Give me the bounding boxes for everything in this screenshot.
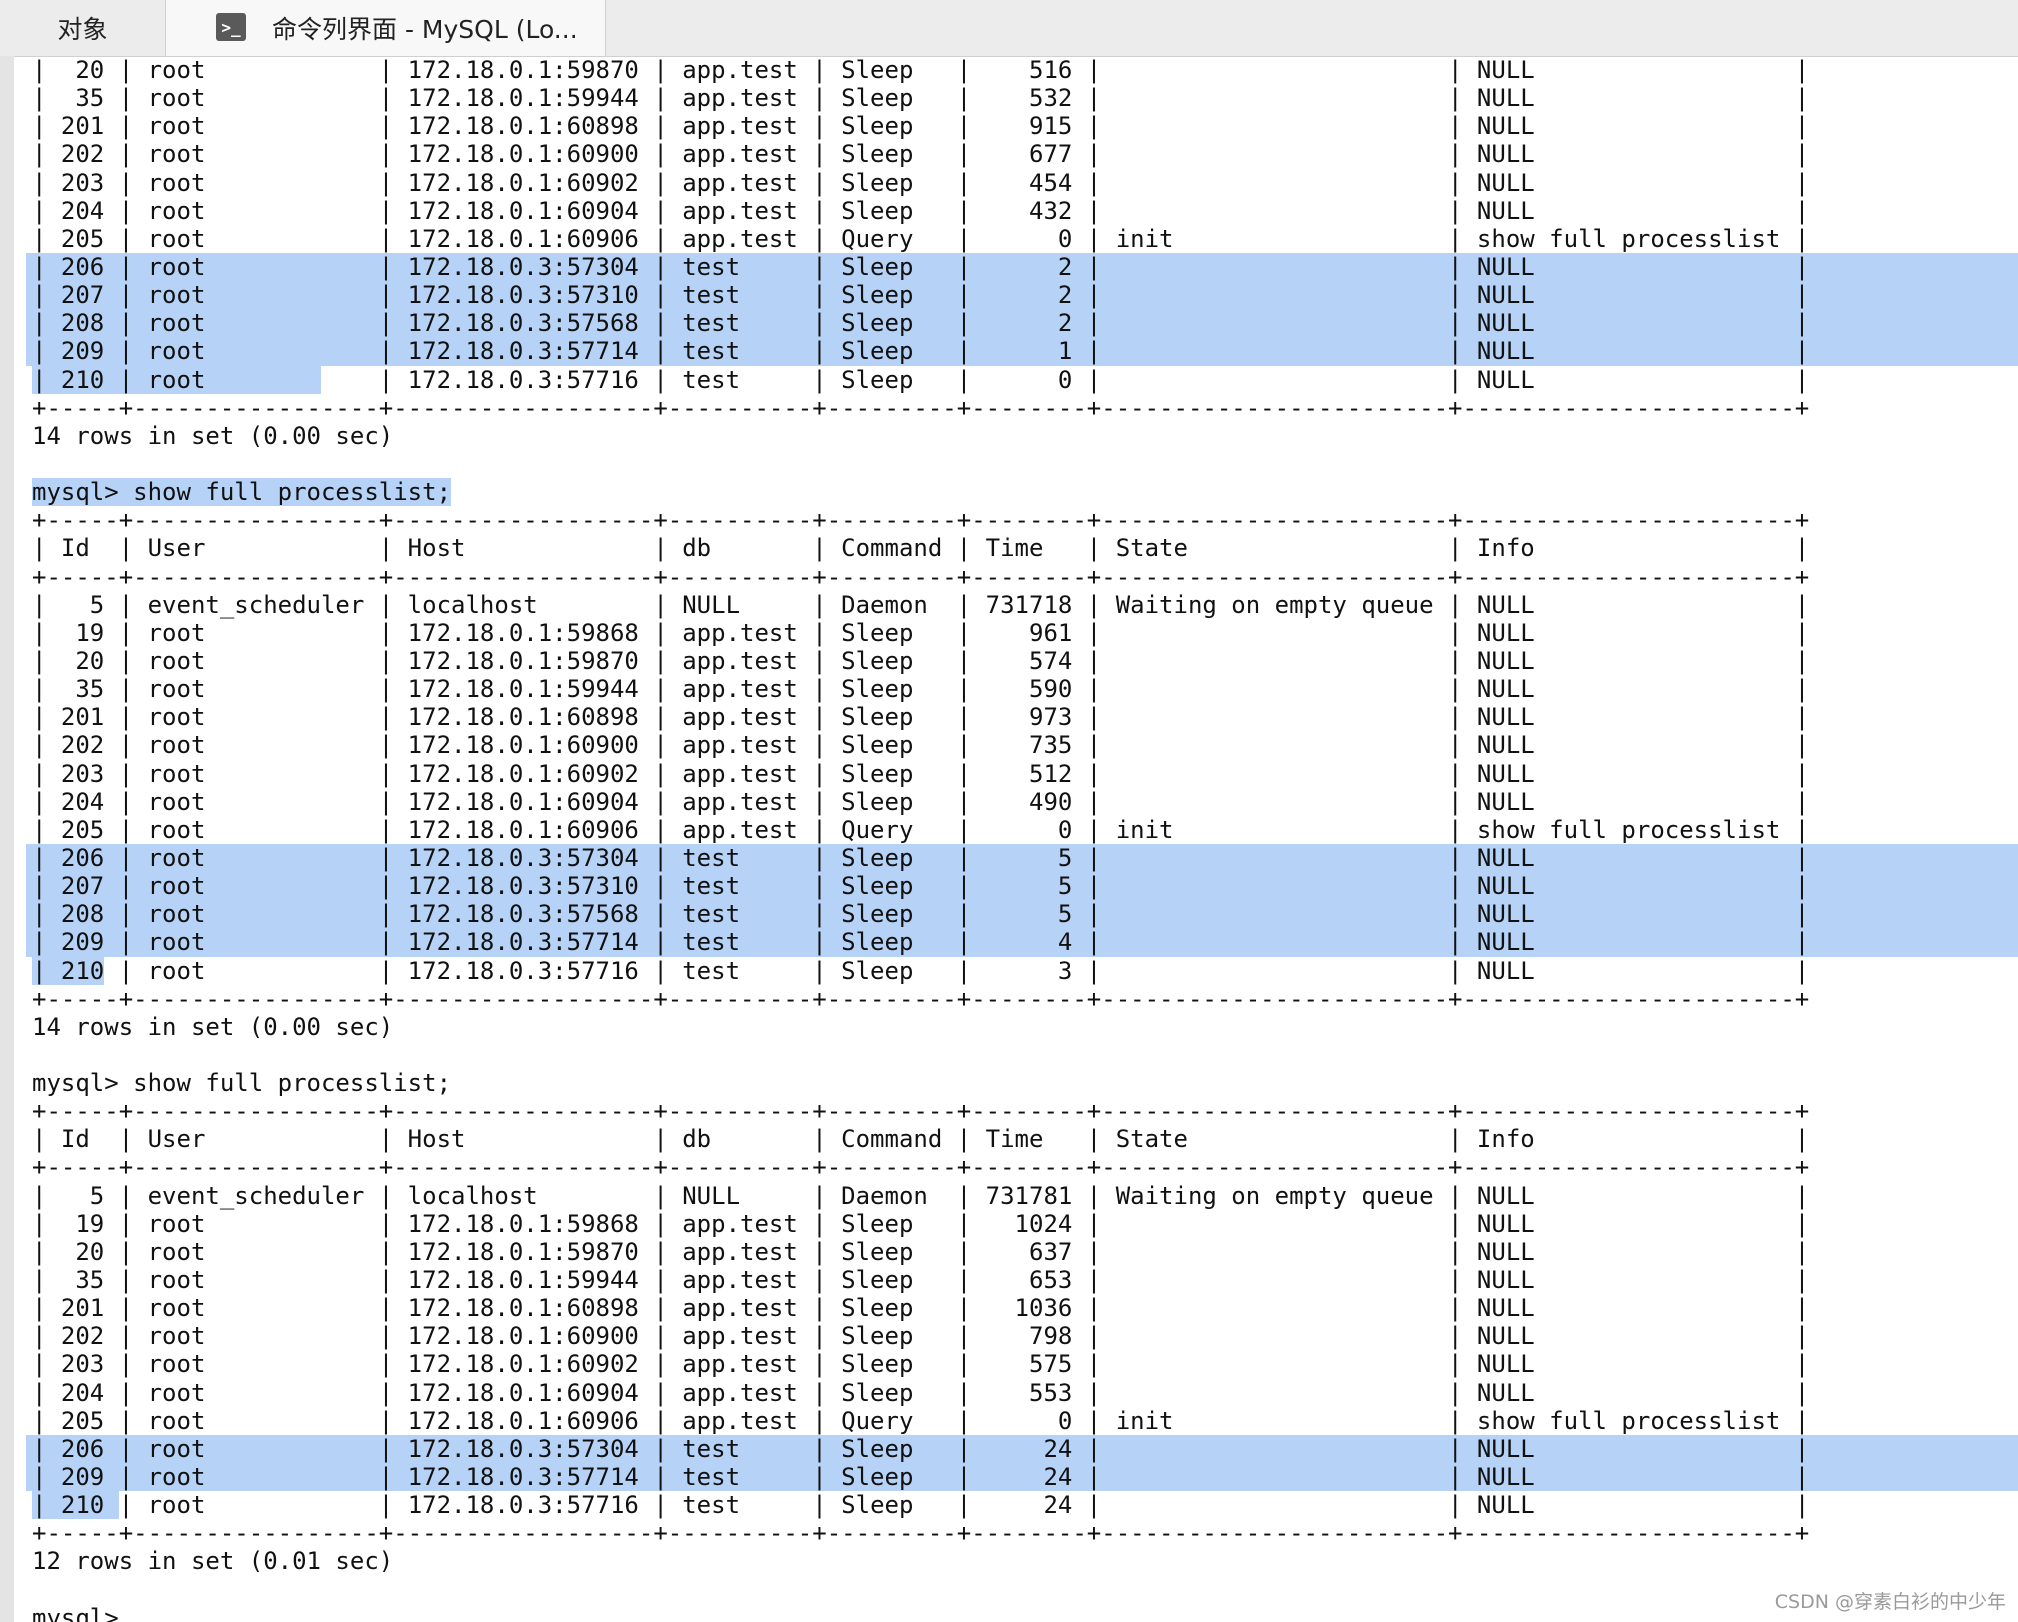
tab-objects[interactable]: 对象 <box>0 0 166 56</box>
unselected-text: | root | 172.18.0.3:57716 | test | Sleep… <box>118 1491 1810 1520</box>
terminal-line: | 201 | root | 172.18.0.1:60898 | app.te… <box>32 703 1810 732</box>
tab-bar: 对象 >_ 命令列界面 - MySQL (Lo... <box>0 0 2018 57</box>
terminal-line: +-----+-----------------+---------------… <box>32 1097 1810 1126</box>
terminal-line: | 204 | root | 172.18.0.1:60904 | app.te… <box>32 196 1810 225</box>
terminal-line: | 5 | event_scheduler | localhost | NULL… <box>32 1181 1810 1210</box>
terminal-line: mysql> show full processlist; <box>32 1069 452 1098</box>
terminal-line: | 210 | root | 172.18.0.3:57716 | test |… <box>32 365 2018 394</box>
terminal-line: | 206 | root | 172.18.0.3:57304 | test |… <box>26 843 2018 873</box>
terminal-line: | Id | User | Host | db | Command | Time… <box>32 1125 1810 1154</box>
selected-text: | 210 <box>32 956 105 985</box>
unselected-text: | root | 172.18.0.3:57716 | test | Sleep… <box>104 956 1810 985</box>
terminal-line: | 207 | root | 172.18.0.3:57310 | test |… <box>26 872 2018 901</box>
terminal-line: 12 rows in set (0.01 sec) <box>32 1547 394 1576</box>
terminal-line: | 19 | root | 172.18.0.1:59868 | app.tes… <box>32 618 1810 647</box>
terminal-line: mysql> show full processlist; <box>32 478 2018 507</box>
terminal-line: | 205 | root | 172.18.0.1:60906 | app.te… <box>32 815 1810 844</box>
terminal-line: | 205 | root | 172.18.0.1:60906 | app.te… <box>32 1406 1810 1435</box>
terminal-line: | 20 | root | 172.18.0.1:59870 | app.tes… <box>32 1237 1810 1266</box>
terminal-line: | 201 | root | 172.18.0.1:60898 | app.te… <box>32 112 1810 141</box>
terminal-line: 14 rows in set (0.00 sec) <box>32 1012 394 1041</box>
terminal-line: | 20 | root | 172.18.0.1:59870 | app.tes… <box>32 56 1810 84</box>
terminal-line: | 208 | root | 172.18.0.3:57568 | test |… <box>26 900 2018 929</box>
terminal-line: | 19 | root | 172.18.0.1:59868 | app.tes… <box>32 1209 1810 1238</box>
terminal-line: | 209 | root | 172.18.0.3:57714 | test |… <box>26 337 2018 366</box>
terminal-line: +-----+-----------------+---------------… <box>32 506 1810 535</box>
terminal-line: | Id | User | Host | db | Command | Time… <box>32 534 1810 563</box>
selected-text: | 210 | root <box>32 365 321 394</box>
terminal-icon: >_ <box>216 13 246 41</box>
terminal-line: +-----+-----------------+---------------… <box>32 1153 1810 1182</box>
terminal-line: | 202 | root | 172.18.0.1:60900 | app.te… <box>32 140 1810 169</box>
terminal-lines: | 20 | root | 172.18.0.1:59870 | app.tes… <box>26 56 2018 1622</box>
terminal-line: +-----+-----------------+---------------… <box>32 393 1810 422</box>
terminal-line: | 202 | root | 172.18.0.1:60900 | app.te… <box>32 1322 1810 1351</box>
terminal-line: | 204 | root | 172.18.0.1:60904 | app.te… <box>32 787 1810 816</box>
terminal-line: | 35 | root | 172.18.0.1:59944 | app.tes… <box>32 84 1810 113</box>
terminal-line: | 203 | root | 172.18.0.1:60902 | app.te… <box>32 168 1810 197</box>
terminal-output[interactable]: | 20 | root | 172.18.0.1:59870 | app.tes… <box>14 56 2018 1622</box>
terminal-line: | 203 | root | 172.18.0.1:60902 | app.te… <box>32 1350 1810 1379</box>
terminal-line: | 207 | root | 172.18.0.3:57310 | test |… <box>26 281 2018 310</box>
terminal-line: +-----+-----------------+---------------… <box>32 984 1810 1013</box>
terminal-line: | 202 | root | 172.18.0.1:60900 | app.te… <box>32 731 1810 760</box>
terminal-line: | 205 | root | 172.18.0.1:60906 | app.te… <box>32 224 1810 253</box>
terminal-line: | 206 | root | 172.18.0.3:57304 | test |… <box>26 1434 2018 1464</box>
terminal-line: | 203 | root | 172.18.0.1:60902 | app.te… <box>32 759 1810 788</box>
tab-objects-label: 对象 <box>57 15 108 44</box>
terminal-line: | 35 | root | 172.18.0.1:59944 | app.tes… <box>32 1266 1810 1295</box>
terminal-line: | 210 | root | 172.18.0.3:57716 | test |… <box>32 956 2018 985</box>
terminal-line: | 35 | root | 172.18.0.1:59944 | app.tes… <box>32 675 1810 704</box>
selected-text: mysql> show full processlist; <box>32 478 452 507</box>
terminal-line: | 209 | root | 172.18.0.3:57714 | test |… <box>26 928 2018 957</box>
terminal-line: 14 rows in set (0.00 sec) <box>32 421 394 450</box>
terminal-line: +-----+-----------------+---------------… <box>32 562 1810 591</box>
terminal-line: | 208 | root | 172.18.0.3:57568 | test |… <box>26 309 2018 338</box>
terminal-line: | 209 | root | 172.18.0.3:57714 | test |… <box>26 1463 2018 1492</box>
terminal-line: | 20 | root | 172.18.0.1:59870 | app.tes… <box>32 646 1810 675</box>
terminal-line: | 204 | root | 172.18.0.1:60904 | app.te… <box>32 1378 1810 1407</box>
terminal-line: | 201 | root | 172.18.0.1:60898 | app.te… <box>32 1294 1810 1323</box>
tab-mysql-console-label: 命令列界面 - MySQL (Lo... <box>272 15 578 44</box>
terminal-line: +-----+-----------------+---------------… <box>32 1519 1810 1548</box>
terminal-line: | 5 | event_scheduler | localhost | NULL… <box>32 590 1810 619</box>
unselected-text: | 172.18.0.3:57716 | test | Sleep | 0 | … <box>320 365 1810 394</box>
watermark: CSDN @穿素白衫的中少年 <box>1774 1591 2006 1613</box>
terminal-line: | 210 | root | 172.18.0.3:57716 | test |… <box>32 1491 2018 1520</box>
tab-mysql-console[interactable]: >_ 命令列界面 - MySQL (Lo... <box>166 0 606 56</box>
terminal-line: mysql> <box>32 1603 119 1622</box>
terminal-line: | 206 | root | 172.18.0.3:57304 | test |… <box>26 252 2018 282</box>
selected-text: | 210 <box>32 1491 119 1520</box>
left-gutter <box>0 56 14 1622</box>
